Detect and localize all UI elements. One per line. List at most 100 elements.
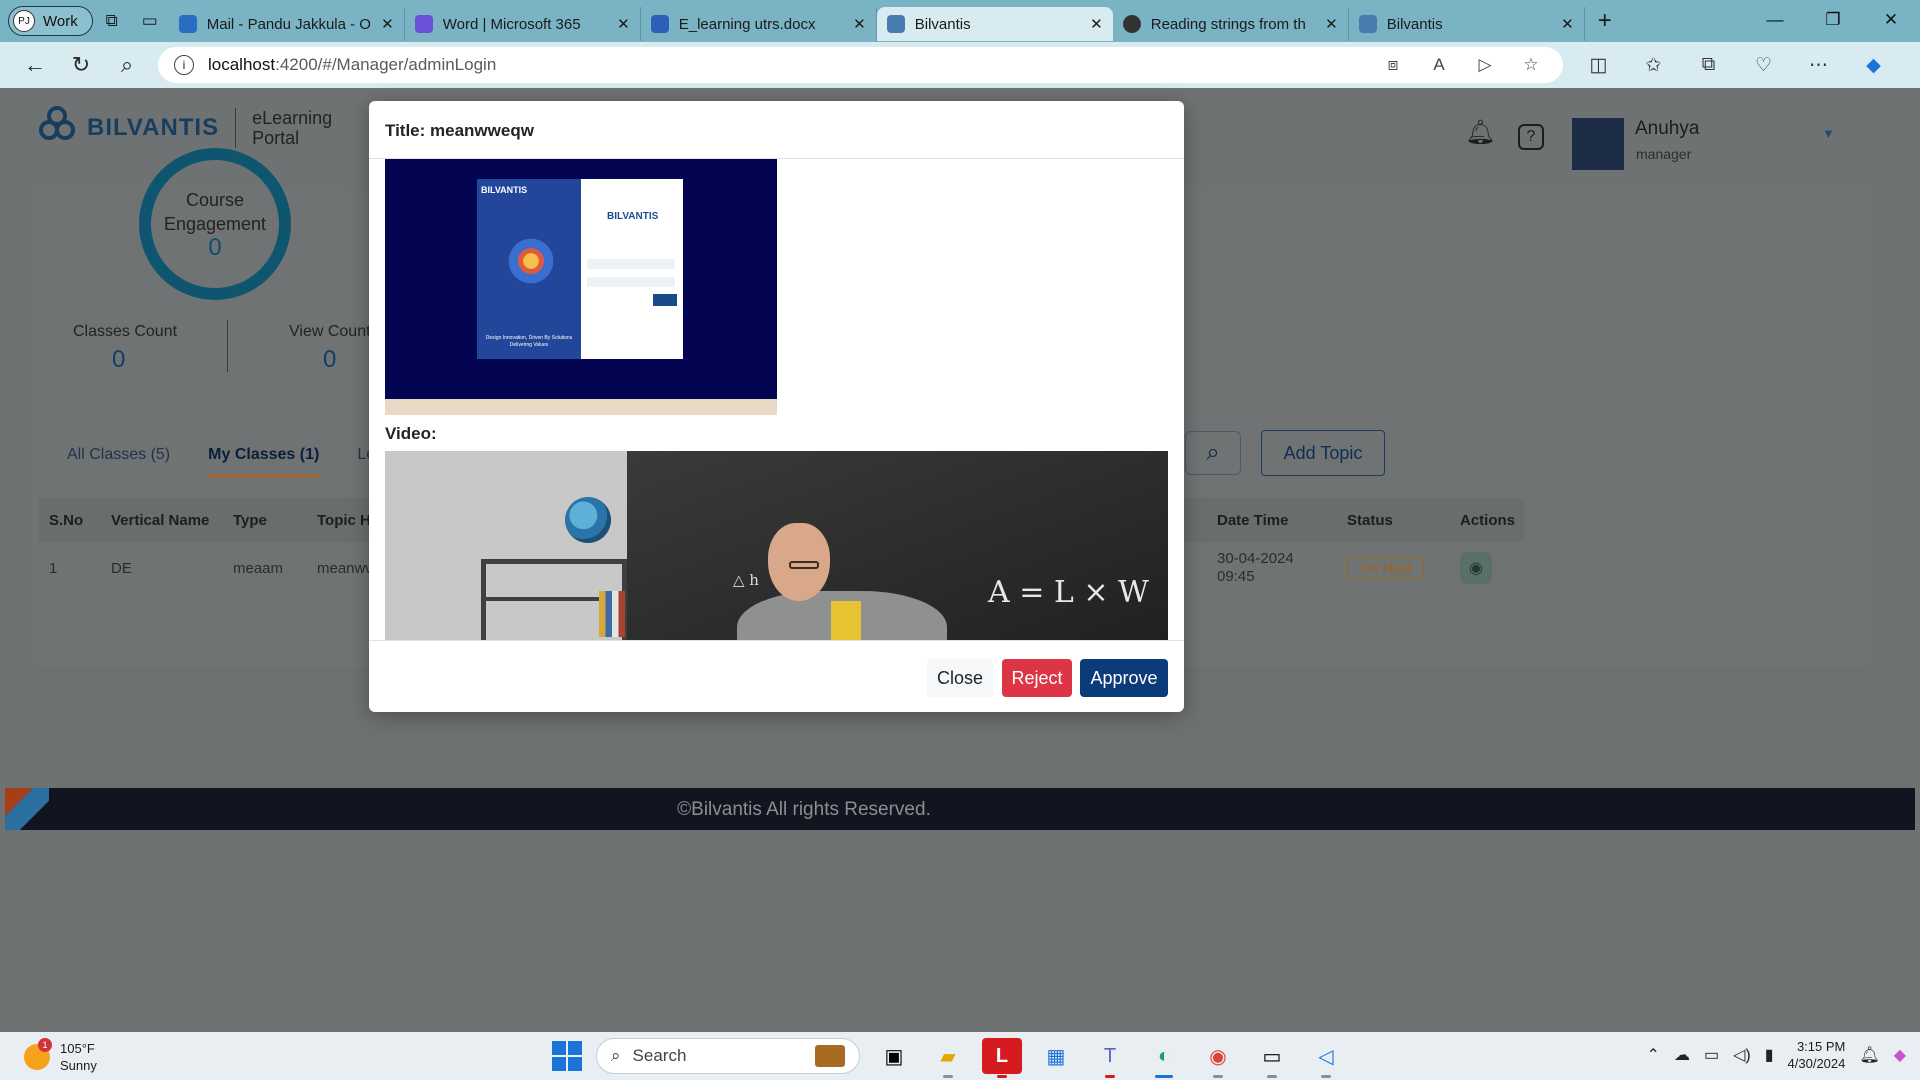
network-icon[interactable]: ▭ <box>1704 1045 1719 1065</box>
profile-button[interactable]: PJ Work <box>8 6 93 36</box>
refresh-icon[interactable]: ↻ <box>58 52 104 78</box>
user-name: Anuhya <box>1635 118 1700 139</box>
collections-icon[interactable]: ⧉ <box>1681 54 1736 77</box>
reject-button[interactable]: Reject <box>1002 659 1072 697</box>
view-eye-icon[interactable]: ◉ <box>1460 552 1492 584</box>
immersive-reader-icon[interactable]: ▷ <box>1469 55 1501 75</box>
url-host: localhost <box>208 55 276 74</box>
video-globe <box>565 497 611 543</box>
profile-label: Work <box>43 12 78 30</box>
favorites-icon[interactable]: ✩ <box>1626 54 1681 77</box>
modal-title: Title: meanwweqw <box>369 101 1184 159</box>
app-footer: ©Bilvantis All rights Reserved. <box>5 788 1915 830</box>
back-icon[interactable]: ← <box>12 52 58 78</box>
tab-mail[interactable]: Mail - Pandu Jakkula - O ✕ <box>169 7 405 41</box>
course-engagement-value: 0 <box>208 234 222 261</box>
minimize-icon[interactable]: — <box>1746 0 1804 40</box>
add-topic-button[interactable]: Add Topic <box>1261 430 1385 476</box>
file-explorer-icon[interactable]: ▰ <box>928 1038 968 1078</box>
copilot-icon[interactable]: ◆ <box>1894 1045 1906 1065</box>
weather-widget[interactable]: 1 105°F Sunny <box>24 1038 97 1074</box>
github-favicon-icon <box>1122 15 1141 33</box>
close-tab-icon[interactable]: ✕ <box>617 15 630 33</box>
clock[interactable]: 3:15 PM 4/30/2024 <box>1788 1038 1846 1072</box>
cell-vertical: DE <box>111 559 132 577</box>
edge-icon[interactable]: ◐ <box>1144 1038 1184 1078</box>
tab-all-classes[interactable]: All Classes (5) <box>67 446 170 477</box>
cell-actions: ◉ <box>1450 552 1524 584</box>
app-available-icon[interactable]: ⧈ <box>1377 55 1409 75</box>
favorite-star-icon[interactable]: ☆ <box>1515 55 1547 75</box>
thumb-login-panel <box>581 179 683 359</box>
close-tab-icon[interactable]: ✕ <box>381 15 394 33</box>
browser-essentials-icon[interactable]: ♡ <box>1736 54 1791 77</box>
onedrive-cloud-icon[interactable]: ☁ <box>1674 1045 1690 1065</box>
read-aloud-icon[interactable]: A <box>1423 55 1455 75</box>
teams-icon[interactable]: T <box>1090 1038 1130 1078</box>
topic-video-player[interactable]: △ h A = L × W <box>385 451 1168 640</box>
tab-word[interactable]: Word | Microsoft 365 ✕ <box>405 7 641 41</box>
bilvantis-logo[interactable]: BILVANTIS eLearning Portal <box>37 106 332 150</box>
close-tab-icon[interactable]: ✕ <box>853 15 866 33</box>
chevron-up-icon[interactable]: ⌃ <box>1647 1045 1660 1065</box>
new-tab-button[interactable]: + <box>1585 7 1625 35</box>
tab-docx[interactable]: E_learning utrs.docx ✕ <box>641 7 877 41</box>
site-info-icon[interactable]: i <box>174 55 194 75</box>
terminal-icon[interactable]: ▭ <box>1252 1038 1292 1078</box>
thumb-password-field <box>587 277 675 287</box>
profile-avatar: PJ <box>13 10 35 32</box>
close-tab-icon[interactable]: ✕ <box>1325 15 1338 33</box>
restore-icon[interactable]: ❐ <box>1804 0 1862 40</box>
chrome-icon[interactable]: ◉ <box>1198 1038 1238 1078</box>
tab-github[interactable]: Reading strings from th ✕ <box>1113 7 1349 41</box>
sun-icon: 1 <box>24 1038 52 1070</box>
avatar[interactable] <box>1572 118 1624 170</box>
volume-icon[interactable]: ◁) <box>1733 1045 1751 1065</box>
split-screen-icon[interactable]: ◫ <box>1571 54 1626 77</box>
battery-icon[interactable]: ▮ <box>1765 1045 1774 1065</box>
url-field[interactable]: i localhost:4200/#/Manager/adminLogin ⧈ … <box>158 47 1563 83</box>
tab-my-classes[interactable]: My Classes (1) <box>208 446 320 477</box>
notification-bell-icon[interactable]: 🔔︎ <box>1859 1045 1879 1065</box>
video-books <box>599 591 625 637</box>
cell-time: 09:45 <box>1217 568 1255 585</box>
thumb-submit-button <box>653 294 677 306</box>
tab-actions-icon[interactable]: ▭ <box>131 6 169 36</box>
tab-title: Reading strings from th <box>1150 15 1306 33</box>
search-button[interactable]: ⌕ <box>1185 431 1241 475</box>
close-tab-icon[interactable]: ✕ <box>1090 15 1103 33</box>
workspaces-icon[interactable]: ⧉ <box>93 6 131 36</box>
l-app-icon[interactable]: L <box>982 1038 1022 1078</box>
search-icon[interactable]: ⌕ <box>104 52 150 78</box>
col-type: Type <box>233 511 267 529</box>
user-menu-chevron-down-icon[interactable]: ▼ <box>1822 126 1835 141</box>
tab-bilvantis-2[interactable]: Bilvantis ✕ <box>1349 7 1585 41</box>
close-button[interactable]: Close <box>927 659 993 697</box>
brand-subtitle-line2: Portal <box>252 128 300 148</box>
approve-button[interactable]: Approve <box>1080 659 1168 697</box>
windows-start-icon[interactable] <box>552 1041 582 1071</box>
review-topic-modal: Title: meanwweqw BILVANTIS Design Innova… <box>369 101 1184 712</box>
task-view-icon[interactable]: ▣ <box>874 1038 914 1074</box>
col-date-time: Date Time <box>1217 511 1289 529</box>
help-icon[interactable]: ? <box>1518 124 1544 150</box>
copilot-icon[interactable]: ◆ <box>1846 54 1901 77</box>
video-triangle-sketch: △ h <box>733 571 759 589</box>
notification-bell-icon[interactable]: 🔔︎ <box>1465 118 1495 148</box>
view-count-value: 0 <box>323 346 337 373</box>
close-window-icon[interactable]: ✕ <box>1862 0 1920 40</box>
microsoft-store-icon[interactable]: ▦ <box>1036 1038 1076 1074</box>
vscode-icon[interactable]: ◁ <box>1306 1038 1346 1078</box>
weather-badge: 1 <box>38 1038 52 1052</box>
cell-sno: 1 <box>49 559 58 577</box>
taskbar-search[interactable]: ⌕ Search <box>596 1038 860 1074</box>
label-line2: Engagement <box>163 214 267 234</box>
address-bar-row: ← ↻ ⌕ i localhost:4200/#/Manager/adminLo… <box>0 42 1920 88</box>
modal-body[interactable]: BILVANTIS Design Innovation, Driven By S… <box>369 159 1184 640</box>
tab-bilvantis-active[interactable]: Bilvantis ✕ <box>876 7 1113 41</box>
weather-temp: 105°F <box>60 1041 95 1056</box>
more-options-icon[interactable]: ⋯ <box>1791 54 1846 77</box>
classes-tabs: All Classes (5) My Classes (1) Leads <box>67 446 401 477</box>
thumb-illustration <box>501 231 561 291</box>
close-tab-icon[interactable]: ✕ <box>1561 15 1574 33</box>
